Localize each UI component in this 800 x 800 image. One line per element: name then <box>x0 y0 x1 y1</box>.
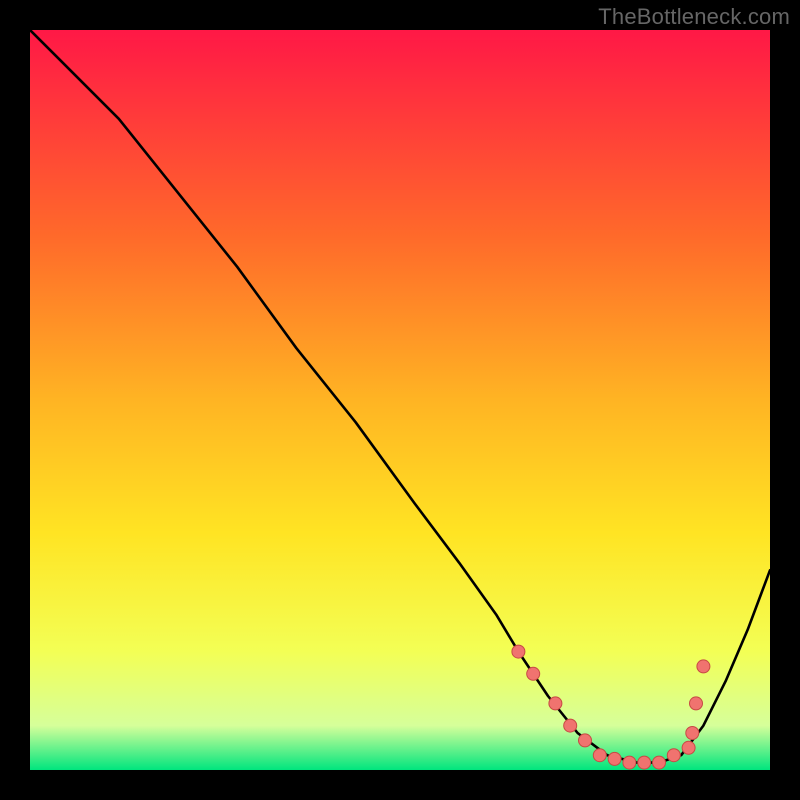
marker-point <box>608 752 621 765</box>
marker-point <box>653 756 666 769</box>
marker-point <box>512 645 525 658</box>
marker-point <box>564 719 577 732</box>
marker-point <box>667 749 680 762</box>
marker-point <box>638 756 651 769</box>
marker-point <box>682 741 695 754</box>
chart-frame: TheBottleneck.com <box>0 0 800 800</box>
chart-svg <box>30 30 770 770</box>
marker-point <box>697 660 710 673</box>
marker-point <box>690 697 703 710</box>
marker-point <box>579 734 592 747</box>
watermark-text: TheBottleneck.com <box>598 4 790 30</box>
marker-point <box>549 697 562 710</box>
marker-point <box>527 667 540 680</box>
marker-point <box>686 727 699 740</box>
gradient-background <box>30 30 770 770</box>
marker-point <box>593 749 606 762</box>
plot-area <box>30 30 770 770</box>
marker-point <box>623 756 636 769</box>
